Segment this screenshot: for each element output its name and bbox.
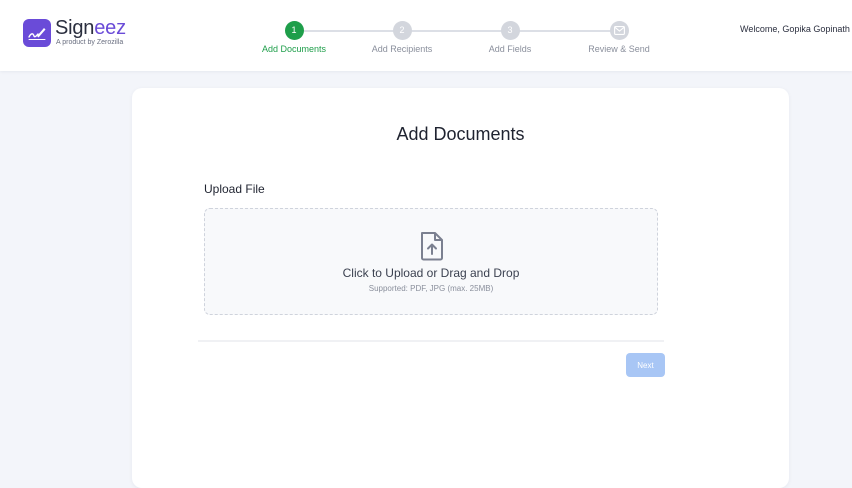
- main-card: Add Documents Upload File Click to Uploa…: [132, 88, 789, 488]
- top-header: Signeez A product by Zerozilla 1 Add Doc…: [0, 0, 852, 71]
- next-button[interactable]: Next: [626, 353, 665, 377]
- progress-stepper: 1 Add Documents 2 Add Recipients 3 Add F…: [0, 0, 852, 71]
- step-add-recipients[interactable]: 2 Add Recipients: [352, 21, 452, 54]
- step-label-1: Add Documents: [261, 44, 327, 54]
- step-circle-2: 2: [392, 21, 412, 40]
- file-upload-icon: [421, 232, 443, 261]
- dropzone-supported-formats: Supported: PDF, JPG (max. 25MB): [368, 284, 494, 293]
- file-dropzone[interactable]: Click to Upload or Drag and Drop Support…: [204, 208, 658, 315]
- section-divider: [198, 340, 664, 342]
- upload-file-label: Upload File: [204, 182, 265, 196]
- dropzone-primary-text: Click to Upload or Drag and Drop: [342, 266, 520, 280]
- step-label-3: Add Fields: [488, 44, 532, 54]
- step-label-2: Add Recipients: [371, 44, 433, 54]
- envelope-icon: [609, 21, 629, 40]
- step-circle-3: 3: [500, 21, 520, 40]
- step-circle-1: 1: [284, 21, 304, 40]
- step-review-send[interactable]: Review & Send: [569, 21, 669, 54]
- step-add-fields[interactable]: 3 Add Fields: [460, 21, 560, 54]
- welcome-user: Welcome, Gopika Gopinath: [740, 24, 850, 34]
- step-add-documents[interactable]: 1 Add Documents: [244, 21, 344, 54]
- page-title: Add Documents: [396, 124, 525, 144]
- step-label-4: Review & Send: [588, 44, 650, 54]
